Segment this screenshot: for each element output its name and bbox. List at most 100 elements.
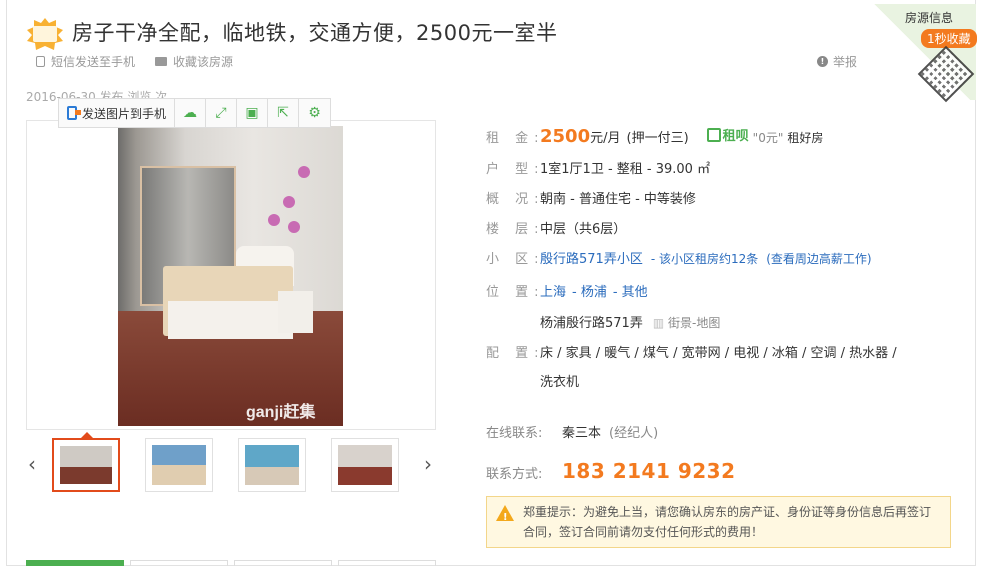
export-button[interactable]: ⇱ [268,99,300,127]
phone-number[interactable]: 183 2141 9232 [562,459,736,483]
overview-label: 概 况: [486,192,545,207]
area-link[interactable]: - 其他 [613,281,648,300]
amenities-row-2: 洗衣机 [540,371,579,390]
prev-photo-arrow[interactable]: ‹ [28,452,36,476]
send-photo-label: 发送图片到手机 [82,106,167,121]
rent-row: 租 金: 2500 元/月 (押一付三) 租呗 "0元" 租好房 [486,125,823,147]
thumb-image [60,446,112,484]
zuba-link[interactable]: 租呗 [706,125,749,144]
rent-deposit: (押一付三) [626,130,689,146]
address-value: 杨浦殷行路571弄 [540,316,643,331]
bottom-tab[interactable] [234,560,332,566]
zero-fee-suffix: 租好房 [787,130,824,145]
thumb-image [245,445,299,485]
district-link[interactable]: - 杨浦 [572,281,607,300]
quick-favorite-badge[interactable]: 1秒收藏 [921,29,977,48]
contact-role: (经纪人) [609,426,659,441]
ganji-alliance-logo [27,18,63,50]
city-link[interactable]: 上海 [540,281,566,300]
thumb-image [338,445,392,485]
amenities-label: 配 置: [486,346,545,361]
street-view-link[interactable]: ▥ 街景-地图 [653,314,721,331]
contact-row: 在线联系: 秦三本 (经纪人) [486,422,658,441]
community-row: 小 区: 殷行路571弄小区 - 该小区租房约12条 (查看周边高薪工作) [486,248,872,267]
report-button[interactable]: ! 举报 [817,53,857,70]
folder-icon [155,57,168,66]
community-label: 小 区: [486,252,545,267]
photo-wall-decal [288,221,300,233]
rent-price: 2500 [540,125,591,147]
nearby-jobs-link[interactable]: (查看周边高薪工作) [766,250,871,267]
settings-button[interactable]: ⚙ [299,99,330,127]
community-count-link[interactable]: - 该小区租房约12条 [651,250,758,267]
export-icon: ⇱ [277,105,289,121]
bottom-tab[interactable] [338,560,436,566]
location-label: 位 置: [486,285,545,300]
floor-row: 楼 层: 中层（共6层） [486,218,626,237]
save-button[interactable]: ▣ [237,99,269,127]
street-view-label: 街景-地图 [667,316,721,330]
photo-thumbnail[interactable] [52,438,120,492]
floor-value: 中层（共6层） [540,222,627,237]
overview-row: 概 况: 朝南 - 普通住宅 - 中等装修 [486,188,696,207]
address-row: 杨浦殷行路571弄 ▥ 街景-地图 [540,312,720,331]
photo-wall-decal [268,214,280,226]
photo-thumbnail[interactable] [145,438,213,492]
amenities-value-2: 洗衣机 [540,375,580,390]
chevron-left-icon: ‹ [28,452,36,476]
fullscreen-button[interactable]: ⤢ [206,99,238,127]
rent-unit: 元/月 [590,130,621,146]
zuba-label: 租呗 [722,129,749,144]
chevron-right-icon: › [424,452,432,476]
photo-thumbnail[interactable] [331,438,399,492]
save-icon: ▣ [245,105,259,121]
phone-send-icon [67,106,81,120]
next-photo-arrow[interactable]: › [424,452,432,476]
favorite-listing-link[interactable]: 收藏该房源 [155,53,233,70]
layout-row: 户 型: 1室1厅1卫 - 整租 - 39.00 ㎡ [486,158,710,177]
photo-wall-decal [283,196,295,208]
gear-icon: ⚙ [308,105,321,121]
send-photo-to-phone-button[interactable]: 发送图片到手机 [59,99,176,127]
zero-fee: "0元" [752,130,784,145]
photo-bedframe [168,301,293,339]
listing-info-label: 房源信息 [905,11,954,25]
alert-icon: ! [817,56,828,67]
phone-row: 联系方式: 183 2141 9232 [486,459,736,483]
sms-to-phone-link[interactable]: 短信发送至手机 [36,53,135,70]
warning-icon [496,505,514,528]
thumb-image [152,445,206,485]
mobile-icon [36,56,45,67]
photo-nightstand [278,291,313,333]
bottom-tab[interactable] [130,560,228,566]
main-photo[interactable]: ganji赶集 [118,126,343,426]
phone-label: 联系方式: [486,467,543,482]
photo-wall-decal [298,166,310,178]
amenities-value: 床 / 家具 / 暖气 / 煤气 / 宽带网 / 电视 / 冰箱 / 空调 / … [540,346,897,361]
home-icon [706,127,721,142]
favorite-label: 收藏该房源 [173,55,234,69]
street-view-icon: ▥ [652,316,668,330]
floor-label: 楼 层: [486,222,545,237]
report-label: 举报 [833,55,858,69]
sms-label: 短信发送至手机 [51,55,136,69]
bottom-tab[interactable] [26,560,124,566]
rent-label: 租 金: [486,130,545,146]
overview-value: 朝南 - 普通住宅 - 中等装修 [540,192,696,207]
layout-value: 1室1厅1卫 - 整租 - 39.00 ㎡ [540,162,711,177]
photo-toolbar: 发送图片到手机 ☁ ⤢ ▣ ⇱ ⚙ [58,98,332,128]
bottom-tabs [26,560,436,566]
contact-label: 在线联系: [486,426,543,441]
warning-text: 郑重提示：为避免上当，请您确认房东的房产证、身份证等身份信息后再签订合同，签订合… [523,505,932,539]
cloud-icon: ☁ [183,105,198,121]
amenities-row: 配 置: 床 / 家具 / 暖气 / 煤气 / 宽带网 / 电视 / 冰箱 / … [486,342,897,361]
cloud-button[interactable]: ☁ [175,99,207,127]
photo-thumbnail[interactable] [238,438,306,492]
layout-label: 户 型: [486,162,545,177]
contact-name[interactable]: 秦三本 [562,422,601,441]
community-link[interactable]: 殷行路571弄小区 [540,248,643,267]
location-row: 位 置: 上海 - 杨浦 - 其他 [486,281,648,300]
expand-icon: ⤢ [215,105,227,121]
photo-watermark: ganji赶集 [246,404,316,421]
safety-warning: 郑重提示：为避免上当，请您确认房东的房产证、身份证等身份信息后再签订合同，签订合… [486,496,951,548]
